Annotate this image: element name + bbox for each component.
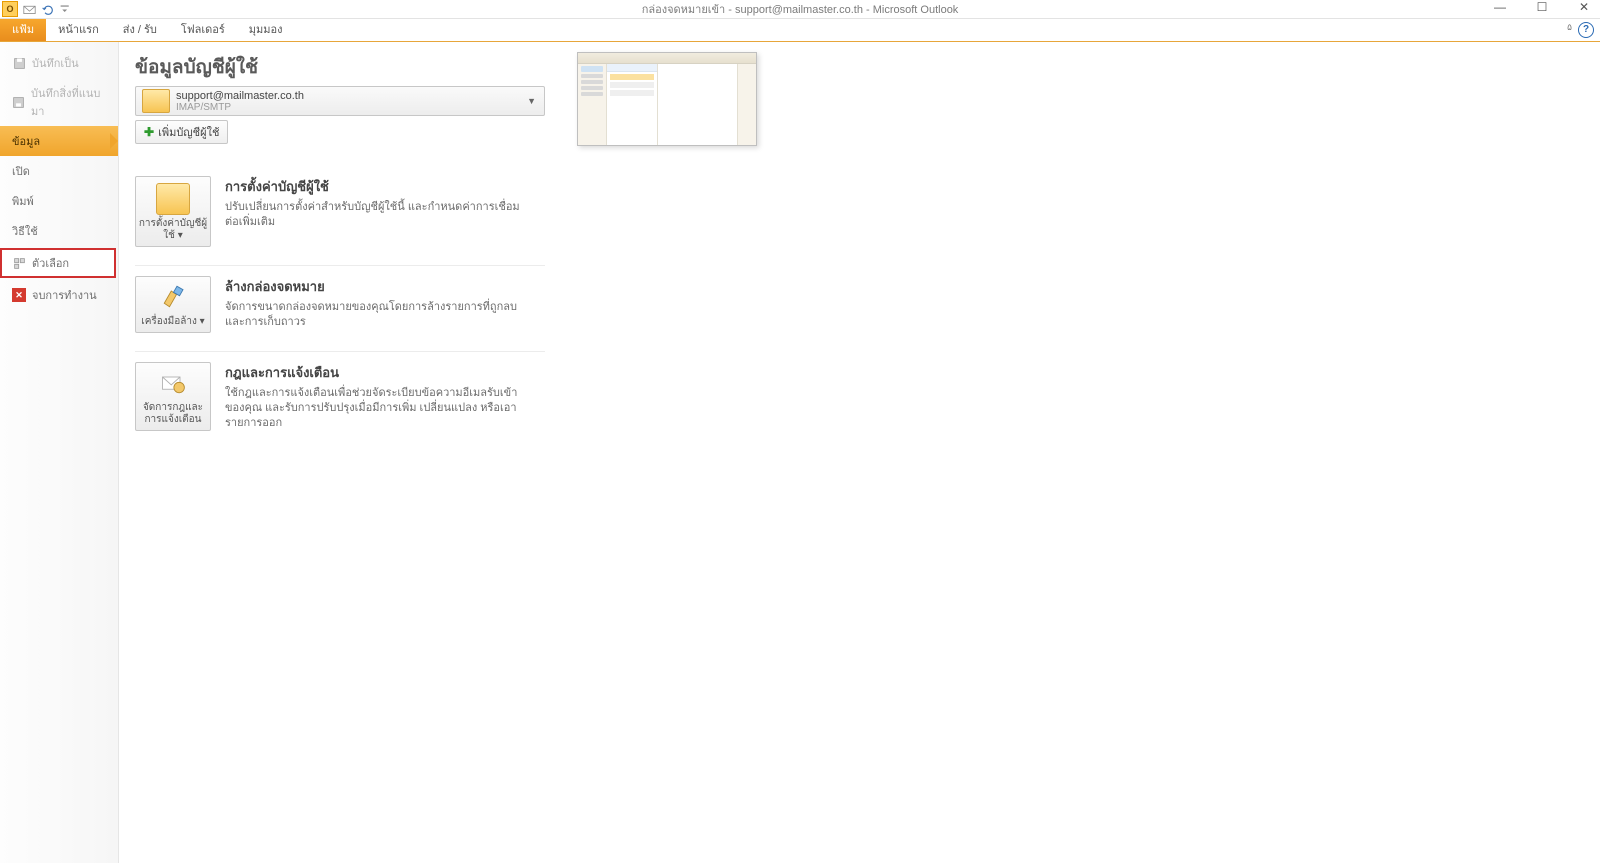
button-label: เพิ่มบัญชีผู้ใช้ [158, 123, 219, 141]
nav-label: ข้อมูล [12, 132, 40, 150]
account-settings-button[interactable]: การตั้งค่าบัญชีผู้ใช้ ▾ [135, 176, 211, 247]
button-label: การตั้งค่าบัญชีผู้ใช้ ▾ [138, 218, 208, 242]
help-icon[interactable]: ? [1578, 22, 1594, 38]
section-cleanup: เครื่องมือล้าง ▾ ล้างกล่องจดหมาย จัดการข… [135, 266, 545, 352]
maximize-button[interactable]: ☐ [1530, 0, 1554, 14]
nav-options[interactable]: ตัวเลือก [0, 248, 116, 278]
window-title: กล่องจดหมายเข้า - support@mailmaster.co.… [642, 0, 959, 18]
nav-label: วิธีใช้ [12, 222, 38, 240]
app-icon[interactable]: O [2, 1, 18, 17]
nav-label: บันทึกเป็น [32, 54, 79, 72]
nav-save-attachments: บันทึกสิ่งที่แนบมา [0, 78, 118, 126]
section-rules: จัดการกฎและการแจ้งเตือน กฎและการแจ้งเตือ… [135, 352, 545, 449]
nav-exit[interactable]: ✕ จบการทำงาน [0, 280, 118, 310]
nav-label: เปิด [12, 162, 30, 180]
section-desc: ใช้กฎและการแจ้งเตือนเพื่อช่วยจัดระเบียบข… [225, 386, 525, 431]
nav-label: พิมพ์ [12, 192, 34, 210]
qat-customize-icon[interactable] [58, 2, 72, 16]
rules-icon [157, 369, 189, 399]
options-icon [12, 256, 26, 270]
nav-label: บันทึกสิ่งที่แนบมา [31, 84, 108, 120]
rules-alerts-button[interactable]: จัดการกฎและการแจ้งเตือน [135, 362, 211, 431]
ribbon-minimize-icon[interactable]: ۵ [1567, 22, 1572, 38]
backstage-nav: บันทึกเป็น บันทึกสิ่งที่แนบมา ข้อมูล เปิ… [0, 42, 119, 863]
tab-home[interactable]: หน้าแรก [46, 19, 111, 41]
account-email: support@mailmaster.co.th [176, 90, 304, 102]
plus-icon: ✚ [144, 125, 154, 139]
section-account-settings: การตั้งค่าบัญชีผู้ใช้ ▾ การตั้งค่าบัญชีผ… [135, 166, 545, 266]
nav-open[interactable]: เปิด [0, 156, 118, 186]
attachment-icon [12, 95, 25, 109]
nav-label: ตัวเลือก [32, 254, 69, 272]
mailbox-preview-thumbnail [577, 52, 757, 146]
titlebar: O กล่องจดหมายเข้า - support@mailmaster.c… [0, 0, 1600, 19]
cleanup-icon [157, 283, 189, 313]
cleanup-tools-button[interactable]: เครื่องมือล้าง ▾ [135, 276, 211, 333]
tab-send-receive[interactable]: ส่ง / รับ [111, 19, 169, 41]
backstage: บันทึกเป็น บันทึกสิ่งที่แนบมา ข้อมูล เปิ… [0, 42, 1600, 863]
nav-label: จบการทำงาน [32, 286, 97, 304]
nav-info[interactable]: ข้อมูล [0, 126, 118, 156]
tab-folder[interactable]: โฟลเดอร์ [169, 19, 237, 41]
section-heading: การตั้งค่าบัญชีผู้ใช้ [225, 176, 525, 197]
page-title: ข้อมูลบัญชีผู้ใช้ [135, 52, 545, 82]
preview-area [577, 52, 757, 855]
nav-save-as: บันทึกเป็น [0, 48, 118, 78]
info-panel: ข้อมูลบัญชีผู้ใช้ support@mailmaster.co.… [119, 42, 1600, 863]
tab-view[interactable]: มุมมอง [237, 19, 295, 41]
account-selector[interactable]: support@mailmaster.co.th IMAP/SMTP ▼ [135, 86, 545, 116]
account-type: IMAP/SMTP [176, 102, 304, 113]
add-account-button[interactable]: ✚ เพิ่มบัญชีผู้ใช้ [135, 120, 228, 144]
minimize-button[interactable]: — [1488, 0, 1512, 14]
account-settings-icon [156, 183, 190, 215]
button-label: จัดการกฎและการแจ้งเตือน [138, 402, 208, 426]
qat-undo-icon[interactable] [40, 2, 54, 16]
ribbon: แฟ้ม หน้าแรก ส่ง / รับ โฟลเดอร์ มุมมอง ۵… [0, 19, 1600, 42]
save-icon [12, 56, 26, 70]
exit-icon: ✕ [12, 288, 26, 302]
nav-print[interactable]: พิมพ์ [0, 186, 118, 216]
section-heading: ล้างกล่องจดหมาย [225, 276, 525, 297]
quick-access-toolbar: O [0, 1, 72, 17]
tab-file[interactable]: แฟ้ม [0, 19, 46, 41]
qat-send-receive-icon[interactable] [22, 2, 36, 16]
nav-help[interactable]: วิธีใช้ [0, 216, 118, 246]
button-label: เครื่องมือล้าง ▾ [141, 316, 204, 328]
close-button[interactable]: ✕ [1572, 0, 1596, 14]
section-desc: จัดการขนาดกล่องจดหมายของคุณโดยการล้างราย… [225, 300, 525, 330]
section-desc: ปรับเปลี่ยนการตั้งค่าสำหรับบัญชีผู้ใช้นี… [225, 200, 525, 230]
section-heading: กฎและการแจ้งเตือน [225, 362, 525, 383]
folder-icon [142, 89, 170, 113]
chevron-down-icon: ▼ [527, 96, 536, 106]
